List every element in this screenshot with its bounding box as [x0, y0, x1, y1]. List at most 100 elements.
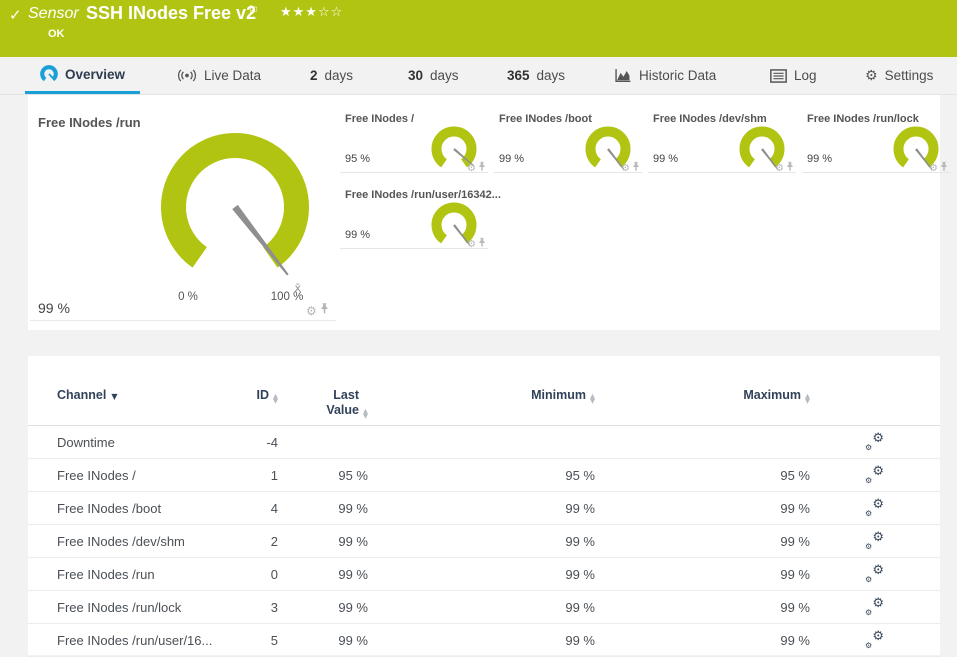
small-gauge-value: 99 % [653, 153, 679, 165]
cell-maximum: 99 % [780, 566, 810, 582]
table-row-free-inodes-dev-shm: Free INodes /dev/shm 2 99 % 99 % 99 % ⚙ ⚙ [28, 525, 940, 558]
table-row-downtime: Downtime -4 ⚙ ⚙ [28, 426, 940, 459]
gauge-pin-icon[interactable] [320, 302, 329, 320]
cell-last-value: 99 % [338, 632, 368, 648]
cell-id: 3 [270, 599, 278, 615]
cell-maximum: 99 % [780, 533, 810, 549]
tab-historic-data[interactable]: Historic Data [600, 57, 731, 94]
gauge-settings-gear-icon[interactable]: ⚙ [306, 304, 317, 318]
gauge-pin-icon[interactable] [478, 159, 486, 177]
small-gauge-free-inodes-run-user-16342[interactable]: Free INodes /run/user/16342... 99 % ⚙ [340, 187, 501, 250]
tab-label: Log [794, 68, 817, 83]
tab-strip: Overview Live Data 2 days 30 days 365 days His… [0, 57, 957, 95]
cell-maximum: 99 % [780, 500, 810, 516]
tab-label: Historic Data [639, 68, 717, 83]
tab-settings[interactable]: ⚙ Settings [850, 57, 948, 94]
cell-minimum: 99 % [565, 500, 595, 516]
sort-toggle-icon: ▲ ▼ [363, 407, 368, 420]
small-gauge-free-inodes-dev-shm[interactable]: Free INodes /dev/shm 99 % ⚙ [648, 111, 796, 174]
channel-settings-gears-icon[interactable]: ⚙ ⚙ [865, 530, 884, 551]
status-badge: OK [48, 28, 65, 40]
channel-table-header: Channel ▼ ID ▲ ▼ Last Value ▲ ▼ Minimum ▲ ▼ Maximum… [28, 356, 940, 426]
channel-settings-gears-icon[interactable]: ⚙ ⚙ [865, 464, 884, 485]
gauge-settings-gear-icon[interactable]: ⚙ [467, 239, 476, 250]
channel-settings-gears-icon[interactable]: ⚙ ⚙ [865, 563, 884, 584]
gauge-settings-gear-icon[interactable]: ⚙ [929, 163, 938, 174]
cell-minimum: 99 % [565, 599, 595, 615]
primary-gauge-chart: x̄ [125, 112, 345, 317]
small-gauge-value: 99 % [807, 153, 833, 165]
column-header-last[interactable]: Last Value ▲ ▼ [278, 388, 368, 419]
cell-minimum: 95 % [565, 467, 595, 483]
small-gauge-title: Free INodes / [345, 113, 415, 125]
cell-id: 4 [270, 500, 278, 516]
channel-table-panel: Channel ▼ ID ▲ ▼ Last Value ▲ ▼ Minimum ▲ ▼ Maximum… [28, 356, 940, 657]
gauge-settings-gear-icon[interactable]: ⚙ [621, 163, 630, 174]
column-header-max[interactable]: Maximum ▲ ▼ [595, 388, 810, 404]
gauge-pin-icon[interactable] [786, 159, 794, 177]
table-row-free-inodes-run: Free INodes /run 0 99 % 99 % 99 % ⚙ ⚙ [28, 558, 940, 591]
table-row-free-inodes-run-user-16: Free INodes /run/user/16... 5 99 % 99 % … [28, 624, 940, 657]
column-header-min[interactable]: Minimum ▲ ▼ [368, 388, 595, 404]
column-label: Minimum [531, 388, 586, 402]
table-row-free-inodes-run-lock: Free INodes /run/lock 3 99 % 99 % 99 % ⚙… [28, 591, 940, 624]
column-header-channel[interactable]: Channel ▼ [28, 388, 237, 404]
priority-stars[interactable]: ★★★☆☆ [280, 5, 343, 20]
cell-channel[interactable]: Free INodes / [28, 468, 237, 483]
channel-settings-gears-icon[interactable]: ⚙ ⚙ [865, 497, 884, 518]
tab-30-days[interactable]: 30 days [393, 57, 474, 94]
cell-last-value: 99 % [338, 599, 368, 615]
tab-number: 30 [408, 68, 424, 83]
gauge-settings-gear-icon[interactable]: ⚙ [775, 163, 784, 174]
tab-365-days[interactable]: 365 days [492, 57, 580, 94]
gauge-pin-icon[interactable] [632, 159, 640, 177]
tab-label: days [536, 68, 566, 83]
small-gauge-value: 99 % [345, 229, 371, 241]
tab-live-data[interactable]: Live Data [162, 57, 276, 94]
small-gauge-free-inodes[interactable]: Free INodes / 95 % ⚙ [340, 111, 488, 174]
table-row-free-inodes-boot: Free INodes /boot 4 99 % 99 % 99 % ⚙ ⚙ [28, 492, 940, 525]
channel-settings-gears-icon[interactable]: ⚙ ⚙ [865, 629, 884, 650]
cell-minimum: 99 % [565, 533, 595, 549]
flag-icon[interactable]: ⚐ [248, 3, 259, 17]
tab-number: 2 [310, 68, 318, 83]
cell-id: 2 [270, 533, 278, 549]
small-gauge-free-inodes-run-lock[interactable]: Free INodes /run/lock 99 % ⚙ [802, 111, 950, 174]
tab-number: 365 [507, 68, 530, 83]
historic-data-chart-icon [615, 69, 631, 83]
tab-2-days[interactable]: 2 days [295, 57, 368, 94]
status-ok-check-icon: ✓ [9, 6, 22, 24]
column-label: Maximum [743, 388, 801, 402]
channel-settings-gears-icon[interactable]: ⚙ ⚙ [865, 596, 884, 617]
gauge-pin-icon[interactable] [478, 235, 486, 253]
small-gauge-value: 99 % [499, 153, 525, 165]
cell-id: 5 [270, 632, 278, 648]
cell-channel[interactable]: Free INodes /dev/shm [28, 534, 237, 549]
tab-label: Settings [884, 68, 934, 83]
cell-channel[interactable]: Downtime [28, 435, 237, 450]
sensor-title: SSH INodes Free v2 [86, 3, 257, 23]
cell-maximum: 99 % [780, 632, 810, 648]
column-label: ID [256, 388, 270, 402]
channel-settings-gears-icon[interactable]: ⚙ ⚙ [865, 431, 884, 452]
column-label: Last Value [326, 388, 359, 417]
cell-maximum: 95 % [780, 467, 810, 483]
sort-desc-icon: ▼ [111, 392, 118, 401]
sort-toggle-icon: ▲ ▼ [805, 392, 810, 405]
cell-channel[interactable]: Free INodes /run/lock [28, 600, 237, 615]
cell-maximum: 99 % [780, 599, 810, 615]
tab-label: Overview [65, 66, 126, 82]
tab-overview[interactable]: Overview [25, 57, 141, 94]
tab-label: days [324, 68, 354, 83]
column-header-id[interactable]: ID ▲ ▼ [237, 388, 279, 404]
cell-channel[interactable]: Free INodes /run [28, 567, 237, 582]
cell-id: -4 [266, 434, 278, 450]
gauge-pin-icon[interactable] [940, 159, 948, 177]
tab-log[interactable]: Log [755, 57, 832, 94]
gauge-settings-gear-icon[interactable]: ⚙ [467, 163, 476, 174]
cell-channel[interactable]: Free INodes /run/user/16... [28, 633, 237, 648]
cell-minimum: 99 % [565, 632, 595, 648]
small-gauge-free-inodes-boot[interactable]: Free INodes /boot 99 % ⚙ [494, 111, 642, 174]
settings-gear-icon: ⚙ [865, 67, 878, 84]
cell-channel[interactable]: Free INodes /boot [28, 501, 237, 516]
